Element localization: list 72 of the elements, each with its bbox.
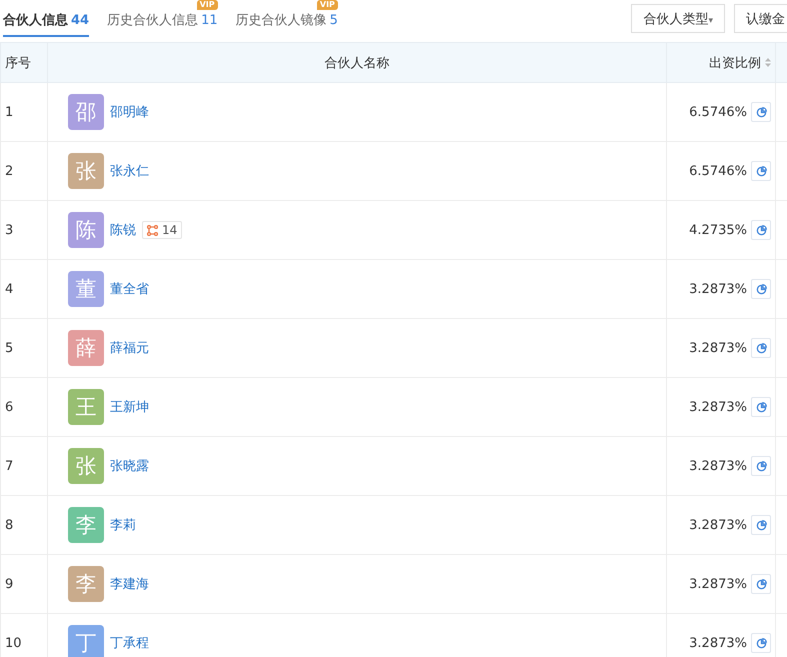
pie-chart-icon xyxy=(756,402,766,412)
partner-name-link[interactable]: 王新坤 xyxy=(110,398,149,416)
vip-badge: VIP xyxy=(196,0,218,10)
pie-chart-icon xyxy=(756,460,766,472)
pie-chart-icon xyxy=(756,284,766,294)
ratio-value: 3.2873% xyxy=(689,340,747,356)
row-index: 8 xyxy=(5,518,14,532)
row-index: 10 xyxy=(5,636,22,650)
ratio-value: 6.5746% xyxy=(689,164,747,178)
partner-name-link[interactable]: 李莉 xyxy=(110,516,136,534)
pie-chart-icon xyxy=(756,166,766,176)
partner-name-link[interactable]: 董全省 xyxy=(110,280,149,298)
chart-button[interactable] xyxy=(751,220,771,240)
avatar: 李 xyxy=(68,507,104,543)
ratio-value: 3.2873% xyxy=(689,458,747,474)
chart-button[interactable] xyxy=(751,515,771,535)
partner-name-link[interactable]: 丁承程 xyxy=(110,634,149,652)
row-index: 5 xyxy=(5,340,14,356)
row-index: 7 xyxy=(5,458,14,474)
avatar: 薛 xyxy=(68,330,104,366)
row-index: 1 xyxy=(5,104,14,120)
partner-name-link[interactable]: 陈锐 xyxy=(110,221,136,239)
partner-name-link[interactable]: 薛福元 xyxy=(110,339,149,357)
avatar: 张 xyxy=(68,448,104,484)
partner-name-link[interactable]: 张晓露 xyxy=(110,457,149,475)
column-header: 合伙人名称 xyxy=(48,42,666,82)
relation-count-tag[interactable]: 14 xyxy=(142,221,182,239)
avatar: 董 xyxy=(68,271,104,307)
tab[interactable]: 历史合伙人信息 11 VIP xyxy=(107,0,218,37)
avatar: 陈 xyxy=(68,212,104,248)
column-header: 序号 xyxy=(0,42,48,82)
tab[interactable]: 合伙人信息 44 xyxy=(3,0,90,37)
row-index: 6 xyxy=(5,400,14,414)
chart-button[interactable] xyxy=(751,279,771,299)
partner-name-link[interactable]: 张永仁 xyxy=(110,162,149,180)
ratio-value: 3.2873% xyxy=(689,576,747,592)
row-index: 9 xyxy=(5,576,14,592)
ratio-value: 3.2873% xyxy=(689,282,747,296)
network-icon xyxy=(147,224,158,236)
row-index: 2 xyxy=(5,164,14,178)
ratio-value: 3.2873% xyxy=(689,400,747,414)
avatar: 王 xyxy=(68,389,104,425)
vip-badge: VIP xyxy=(316,0,338,10)
chart-button[interactable] xyxy=(751,574,771,594)
ratio-value: 3.2873% xyxy=(689,636,747,650)
chart-button[interactable] xyxy=(751,338,771,358)
chart-button[interactable] xyxy=(751,397,771,417)
partner-name-link[interactable]: 李建海 xyxy=(110,575,149,593)
chart-button[interactable] xyxy=(751,102,771,122)
row-index: 4 xyxy=(5,282,14,296)
filter-dropdown[interactable]: 合伙人类型▾ xyxy=(631,4,725,33)
pie-chart-icon xyxy=(756,578,766,590)
filter-dropdown[interactable]: 认缴金 xyxy=(734,4,787,33)
avatar: 李 xyxy=(68,566,104,602)
avatar: 丁 xyxy=(68,625,104,657)
chart-button[interactable] xyxy=(751,633,771,653)
ratio-value: 3.2873% xyxy=(689,518,747,532)
ratio-value: 6.5746% xyxy=(689,104,747,120)
chart-button[interactable] xyxy=(751,456,771,476)
partner-name-link[interactable]: 邵明峰 xyxy=(110,103,149,121)
avatar: 张 xyxy=(68,153,104,189)
pie-chart-icon xyxy=(756,342,766,354)
row-index: 3 xyxy=(5,222,14,238)
chart-button[interactable] xyxy=(751,161,771,181)
pie-chart-icon xyxy=(756,638,766,648)
pie-chart-icon xyxy=(756,106,766,118)
pie-chart-icon xyxy=(756,224,766,236)
ratio-value: 4.2735% xyxy=(689,222,747,238)
avatar: 邵 xyxy=(68,94,104,130)
tab[interactable]: 历史合伙人镜像 5 VIP xyxy=(236,0,338,37)
column-header[interactable]: 出资比例 xyxy=(666,42,776,82)
pie-chart-icon xyxy=(756,520,766,530)
